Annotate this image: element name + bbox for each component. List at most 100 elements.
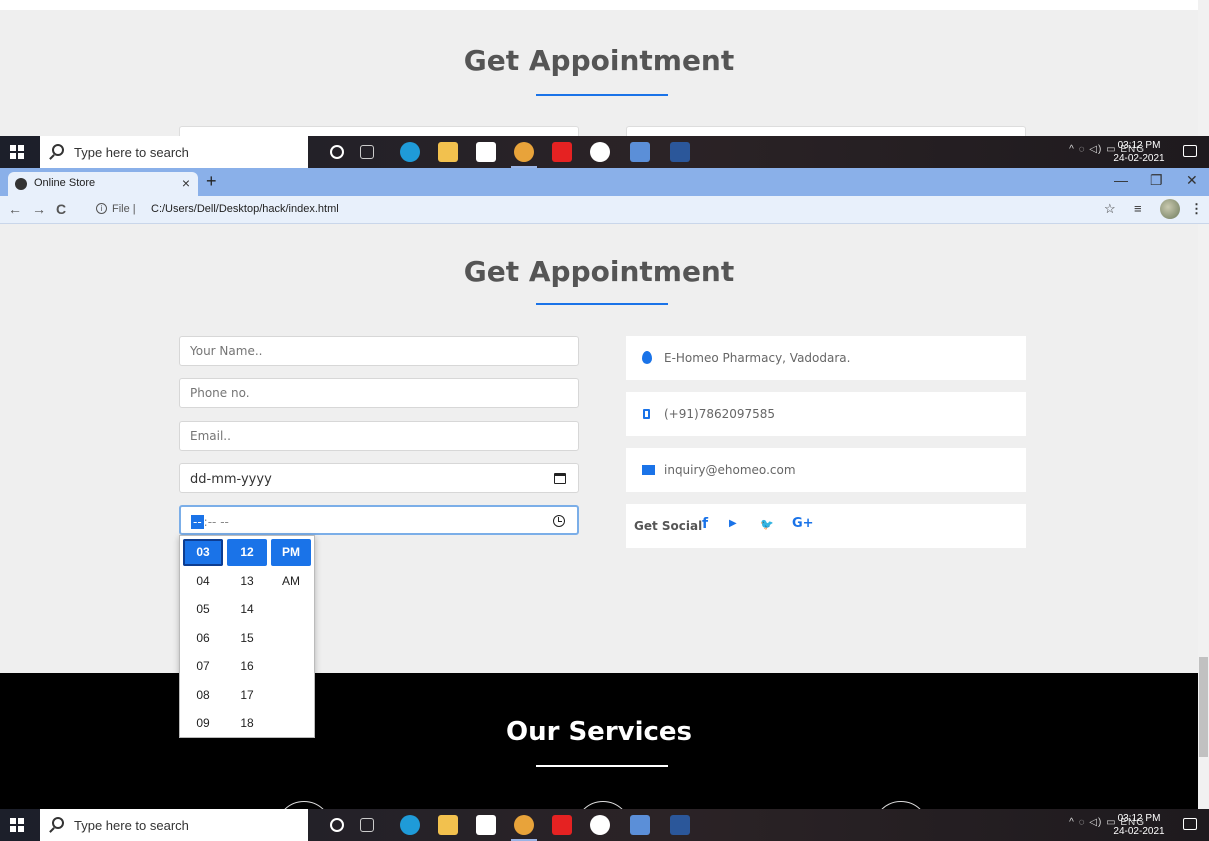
twitter-icon[interactable]: 🐦 xyxy=(760,518,774,531)
scrollbar-top[interactable] xyxy=(1198,0,1209,136)
new-tab-button[interactable]: + xyxy=(206,171,217,192)
close-window-button[interactable]: ✕ xyxy=(1186,172,1198,189)
map-marker-icon xyxy=(642,351,652,364)
slack-icon[interactable] xyxy=(590,815,610,835)
header-bottom-edge xyxy=(0,0,1198,10)
site-info-icon[interactable]: i xyxy=(96,203,107,214)
restore-button[interactable]: ❐ xyxy=(1150,172,1163,189)
minute-option[interactable]: 13 xyxy=(227,568,267,595)
word-icon[interactable] xyxy=(670,142,690,162)
edge-browser-icon[interactable] xyxy=(400,815,420,835)
phone-input[interactable] xyxy=(179,378,579,408)
task-view-icon[interactable] xyxy=(360,145,374,159)
service-circle[interactable] xyxy=(873,801,929,809)
minute-column: 12 13 14 15 16 17 18 xyxy=(227,539,269,739)
hour-option[interactable]: 04 xyxy=(183,568,223,595)
hour-option[interactable]: 06 xyxy=(183,625,223,652)
store-icon[interactable] xyxy=(476,142,496,162)
search-icon xyxy=(52,817,64,829)
facebook-icon[interactable]: f xyxy=(702,516,708,532)
chrome-icon[interactable] xyxy=(511,142,537,168)
chrome-icon[interactable] xyxy=(511,815,537,841)
email-text: inquiry@ehomeo.com xyxy=(664,463,796,477)
service-circle[interactable] xyxy=(276,801,332,809)
social-label: Get Social xyxy=(634,519,703,533)
windows-start-icon[interactable] xyxy=(10,145,24,159)
forward-arrow-icon[interactable]: → xyxy=(32,201,46,217)
mobile-phone-icon xyxy=(643,409,650,419)
youtube-app-icon[interactable] xyxy=(552,815,572,835)
hour-option[interactable]: 03 xyxy=(183,539,223,566)
minute-option[interactable]: 15 xyxy=(227,625,267,652)
name-input[interactable] xyxy=(179,336,579,366)
ampm-column: PM AM xyxy=(271,539,313,596)
file-explorer-icon[interactable] xyxy=(438,815,458,835)
notification-icon[interactable] xyxy=(1183,818,1197,830)
google-plus-icon[interactable]: G+ xyxy=(792,516,814,531)
file-explorer-icon[interactable] xyxy=(438,142,458,162)
ampm-option[interactable]: PM xyxy=(271,539,311,566)
minute-option[interactable]: 14 xyxy=(227,596,267,623)
section-heading-top: Get Appointment xyxy=(463,44,735,77)
task-view-icon[interactable] xyxy=(360,818,374,832)
envelope-icon xyxy=(642,465,655,475)
search-icon xyxy=(52,144,64,156)
address-box-partial xyxy=(626,126,1026,136)
minute-option[interactable]: 17 xyxy=(227,682,267,709)
bookmark-star-icon[interactable]: ☆ xyxy=(1104,201,1116,217)
back-arrow-icon[interactable]: ← xyxy=(8,201,22,217)
clock-date: 24-02-2021 xyxy=(1113,826,1165,837)
time-hour-segment[interactable]: -- xyxy=(191,515,204,529)
services-underline xyxy=(536,765,668,767)
windows-start-icon[interactable] xyxy=(10,818,24,832)
taskbar-search-placeholder: Type here to search xyxy=(74,145,189,160)
phone-text: (+91)7862097585 xyxy=(664,407,776,421)
app-icon[interactable] xyxy=(630,142,650,162)
clock-icon[interactable] xyxy=(553,515,565,527)
url-box[interactable]: i File | C:/Users/Dell/Desktop/hack/inde… xyxy=(96,199,1096,221)
date-input-value: dd-mm-yyyy xyxy=(190,472,272,487)
cortana-icon[interactable] xyxy=(330,818,344,832)
reload-icon[interactable]: C xyxy=(56,201,66,217)
youtube-icon[interactable]: ▶ xyxy=(729,518,737,529)
name-field-partial xyxy=(179,126,579,136)
email-input[interactable] xyxy=(179,421,579,451)
app-icon[interactable] xyxy=(630,815,650,835)
hour-option[interactable]: 09 xyxy=(183,710,223,737)
calendar-icon[interactable] xyxy=(554,473,566,484)
taskbar-search-box[interactable]: Type here to search xyxy=(40,136,308,168)
store-icon[interactable] xyxy=(476,815,496,835)
slack-icon[interactable] xyxy=(590,142,610,162)
clock-time: 03:12 PM xyxy=(1117,140,1161,151)
reading-list-icon[interactable]: ≡ xyxy=(1134,201,1142,216)
menu-dots-icon[interactable]: ⋮ xyxy=(1190,201,1203,217)
profile-avatar[interactable] xyxy=(1160,199,1180,219)
notification-icon[interactable] xyxy=(1183,145,1197,157)
page-scrollbar[interactable] xyxy=(1198,224,1209,809)
taskbar-clock[interactable]: 03:12 PM 24-02-2021 xyxy=(1109,812,1169,838)
url-scheme-label: File | xyxy=(112,203,136,215)
hour-option[interactable]: 07 xyxy=(183,653,223,680)
taskbar-search-box[interactable]: Type here to search xyxy=(40,809,308,841)
edge-browser-icon[interactable] xyxy=(400,142,420,162)
browser-tab[interactable]: Online Store × xyxy=(8,172,198,196)
hour-option[interactable]: 05 xyxy=(183,596,223,623)
site-globe-icon xyxy=(15,178,27,190)
ampm-option[interactable]: AM xyxy=(271,568,311,595)
youtube-app-icon[interactable] xyxy=(552,142,572,162)
minute-option[interactable]: 12 xyxy=(227,539,267,566)
browser-tab-bar: Online Store × + — ❐ ✕ xyxy=(0,168,1209,196)
tab-close-icon[interactable]: × xyxy=(182,175,190,191)
scrollbar-thumb[interactable] xyxy=(1199,657,1208,757)
minute-option[interactable]: 16 xyxy=(227,653,267,680)
minute-option[interactable]: 18 xyxy=(227,710,267,737)
time-input[interactable]: --:-- -- xyxy=(179,505,579,535)
email-box: inquiry@ehomeo.com xyxy=(626,448,1026,492)
date-input[interactable]: dd-mm-yyyy xyxy=(179,463,579,493)
taskbar-clock[interactable]: 03:12 PM 24-02-2021 xyxy=(1109,139,1169,165)
hour-option[interactable]: 08 xyxy=(183,682,223,709)
minimize-button[interactable]: — xyxy=(1114,172,1128,188)
word-icon[interactable] xyxy=(670,815,690,835)
service-circle[interactable] xyxy=(575,801,631,809)
cortana-icon[interactable] xyxy=(330,145,344,159)
